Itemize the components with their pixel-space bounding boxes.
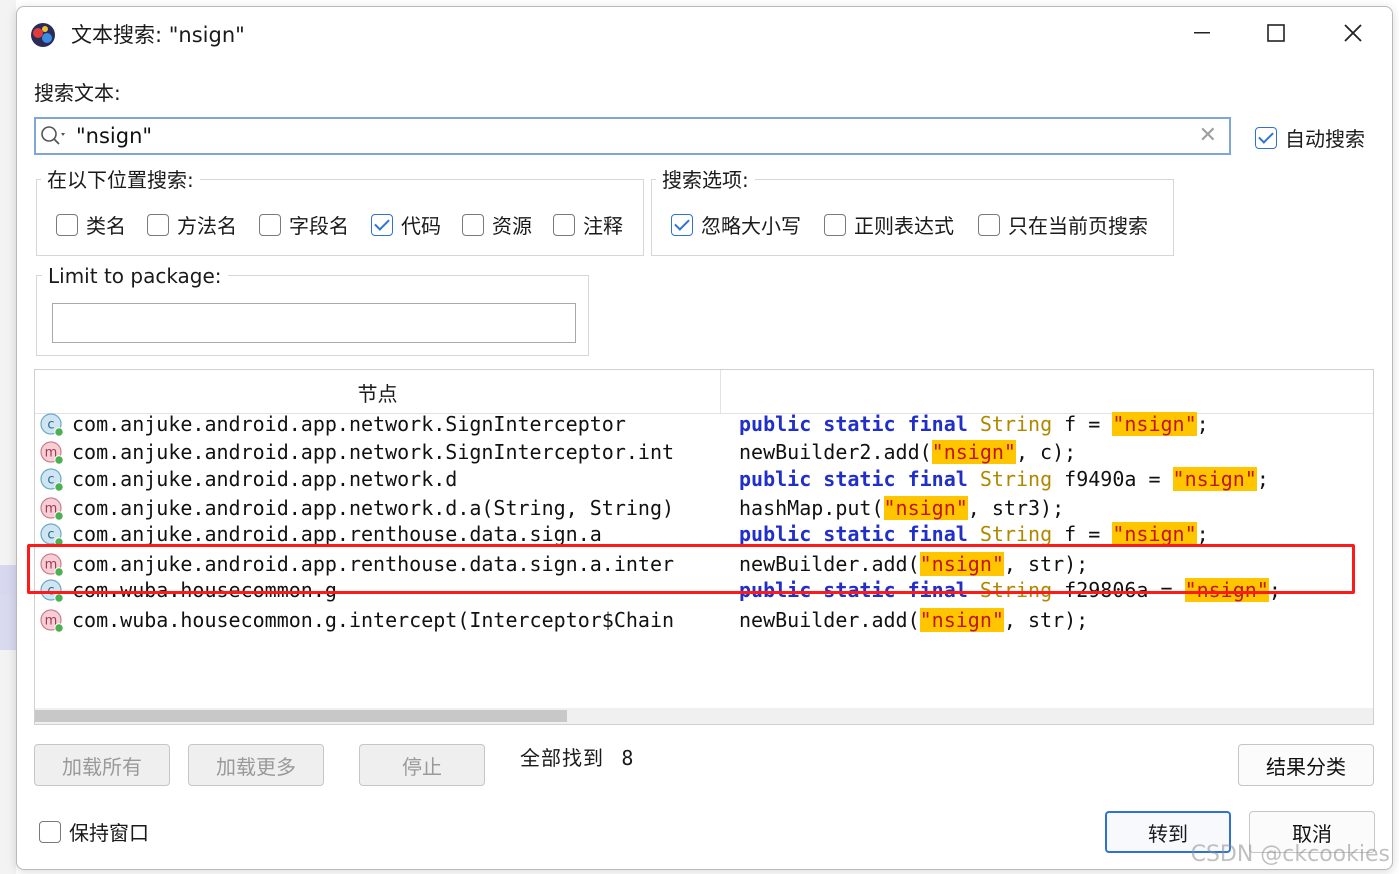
checkbox-icon[interactable] [824,213,846,236]
checkbox-icon[interactable] [56,213,78,236]
option-method-name[interactable]: 方法名 [147,210,259,239]
jadx-app-icon [29,21,57,49]
table-row[interactable]: c com.anjuke.android.app.network.SignInte… [35,410,1373,438]
option-class-name[interactable]: 类名 [56,210,147,239]
watermark: CSDN @ckcookies [1190,842,1390,867]
option-resource[interactable]: 资源 [462,210,553,239]
result-node[interactable]: com.anjuke.android.app.network.d.a(Strin… [72,494,720,522]
checkbox-icon[interactable] [978,213,1000,236]
option-label: 资源 [492,214,532,238]
option-label: 注释 [583,214,623,238]
result-node[interactable]: com.anjuke.android.app.network.d [72,465,720,493]
found-label: 全部找到 [520,746,604,770]
checkbox-icon[interactable] [553,213,575,236]
option-field-name[interactable]: 字段名 [259,210,371,239]
option-label: 类名 [86,214,126,238]
result-node[interactable]: com.anjuke.android.app.network.SignInter… [72,438,720,466]
table-row[interactable]: m com.anjuke.android.app.network.d.a(Stri… [35,494,1373,522]
class-icon: c [39,412,65,438]
svg-text:c: c [47,528,54,543]
method-icon: m [39,440,65,466]
option-label: 正则表达式 [854,214,954,238]
svg-text:c: c [47,473,54,488]
load-all-button[interactable]: 加载所有 [34,744,170,786]
search-location-options: 类名 方法名 字段名 代码 资源 注释 [56,210,644,239]
found-count-text: 全部找到 8 [520,745,634,771]
option-ignore-case[interactable]: 忽略大小写 [671,210,824,239]
clear-search-icon[interactable]: ✕ [1199,124,1217,148]
table-row[interactable]: c com.anjuke.android.app.network.d public … [35,465,1373,493]
svg-text:c: c [47,418,54,433]
method-icon: m [39,496,65,522]
option-regex[interactable]: 正则表达式 [824,210,978,239]
auto-search-label: 自动搜索 [1285,127,1365,151]
node-column-header[interactable]: 节点 [35,370,721,414]
result-node[interactable]: com.wuba.housecommon.g.intercept(Interce… [72,606,720,634]
option-label: 字段名 [289,214,349,238]
package-input[interactable] [52,303,576,343]
scrollbar-thumb[interactable] [35,710,567,722]
search-input-value[interactable]: "nsign" [76,123,152,149]
search-icon[interactable] [40,125,70,149]
limit-package-label: Limit to package: [42,263,228,289]
keep-window-checkbox[interactable]: 保持窗口 [39,817,149,846]
checkbox-icon[interactable] [1255,126,1277,149]
search-input[interactable]: "nsign" ✕ [34,117,1231,155]
search-location-title: 在以下位置搜索: [41,167,200,193]
checkbox-icon[interactable] [371,213,393,236]
checkbox-icon[interactable] [462,213,484,236]
checkbox-icon[interactable] [39,820,61,843]
text-search-dialog: 文本搜索: "nsign" 搜索文本: "nsign" ✕ 自动搜索 在以下位置… [16,6,1393,870]
class-icon: c [39,467,65,493]
background-editor-strip [0,0,16,874]
result-code[interactable]: hashMap.put("nsign", str3); [739,494,1064,522]
keep-window-label: 保持窗口 [69,821,149,845]
option-code[interactable]: 代码 [371,210,462,239]
option-label: 只在当前页搜索 [1008,214,1148,238]
stop-button[interactable]: 停止 [359,744,485,786]
found-count: 8 [621,746,635,770]
option-label: 方法名 [177,214,237,238]
minimize-icon [1194,32,1210,34]
checkbox-icon[interactable] [147,213,169,236]
horizontal-scrollbar[interactable] [35,708,1373,724]
close-button[interactable] [1330,15,1376,51]
load-more-button[interactable]: 加载更多 [188,744,324,786]
checkbox-icon[interactable] [671,213,693,236]
result-code[interactable]: public static final String f9490a = "nsi… [739,465,1269,493]
maximize-icon [1267,24,1285,42]
result-code[interactable]: newBuilder2.add("nsign", c); [739,438,1076,466]
highlight-annotation-box [27,544,1355,594]
option-label: 代码 [401,214,441,238]
option-comment[interactable]: 注释 [553,210,644,239]
method-icon: m [39,608,65,634]
option-label: 忽略大小写 [701,214,801,238]
checkbox-icon[interactable] [259,213,281,236]
result-code[interactable]: newBuilder.add("nsign", str); [739,606,1088,634]
search-options-title: 搜索选项: [656,167,755,193]
result-node[interactable]: com.anjuke.android.app.network.SignInter… [72,410,720,438]
group-results-button[interactable]: 结果分类 [1238,744,1374,786]
results-header: 节点 [35,370,1373,414]
close-icon [1344,24,1362,42]
auto-search-checkbox[interactable]: 自动搜索 [1255,123,1365,152]
result-code[interactable]: public static final String f = "nsign"; [739,410,1209,438]
maximize-button[interactable] [1253,15,1299,51]
search-text-label: 搜索文本: [34,81,121,105]
minimize-button[interactable] [1179,15,1225,51]
table-row[interactable]: m com.anjuke.android.app.network.SignInte… [35,438,1373,466]
window-title: 文本搜索: "nsign" [71,23,245,47]
search-options-list: 忽略大小写 正则表达式 只在当前页搜索 [671,210,1168,239]
option-current-page-only[interactable]: 只在当前页搜索 [978,210,1168,239]
table-row[interactable]: m com.wuba.housecommon.g.intercept(Interc… [35,606,1373,634]
